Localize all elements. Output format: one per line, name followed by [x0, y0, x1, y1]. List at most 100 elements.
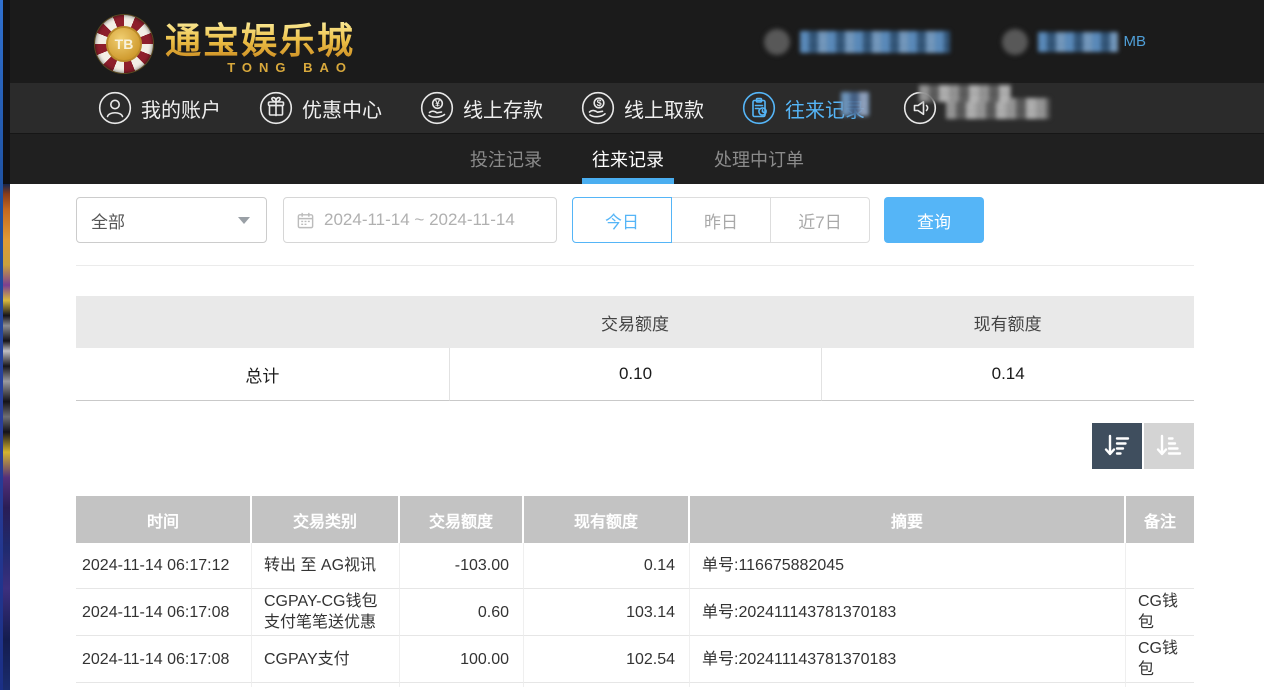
row-partial — [690, 683, 1126, 687]
row-amount: 100.00 — [400, 636, 524, 683]
col-header-amount[interactable]: 交易额度 — [400, 496, 524, 543]
main-nav: 我的账户 优惠中心 ¥ 线上存款 — [10, 83, 1264, 133]
deposit-icon: ¥ — [420, 91, 454, 125]
sort-ascending-button[interactable] — [1144, 423, 1194, 469]
sort-ascending-icon — [1154, 431, 1184, 461]
row-type: 转出 至 AG视讯 — [252, 543, 400, 589]
row-summary: 单号:202411143781370183 — [690, 636, 1126, 683]
records-icon — [742, 91, 776, 125]
balance-currency-suffix: MB — [1124, 33, 1147, 50]
tab-betting-records[interactable]: 投注记录 — [468, 134, 544, 184]
row-partial — [252, 683, 400, 687]
row-summary: 单号:202411143781370183 — [690, 589, 1126, 636]
site-header: TB 通宝娱乐城 TONG BAO MB — [10, 0, 1264, 83]
summary-transaction-amount: 0.10 — [449, 348, 822, 401]
yesterday-button[interactable]: 昨日 — [671, 197, 771, 243]
nav-item-promotions[interactable]: 优惠中心 — [259, 91, 382, 125]
tab-processing-orders[interactable]: 处理中订单 — [712, 134, 806, 184]
tab-label: 投注记录 — [470, 146, 542, 172]
row-partial — [76, 683, 252, 687]
summary-header-current-balance: 现有额度 — [821, 296, 1194, 348]
label-blur-overlay — [841, 92, 869, 116]
row-partial — [1126, 683, 1194, 687]
nav-label: 我的账户 — [141, 94, 221, 123]
summary-table: 交易额度 现有额度 总计 0.10 0.14 — [76, 296, 1194, 401]
tab-transaction-records[interactable]: 往来记录 — [590, 134, 666, 184]
summary-total-label: 总计 — [76, 348, 449, 401]
user-icon — [98, 91, 132, 125]
col-header-remark[interactable]: 备注 — [1126, 496, 1194, 543]
nav-item-transaction-records[interactable]: 往来记录 — [742, 91, 865, 125]
username-blurred — [800, 31, 950, 53]
record-tabs: 投注记录 往来记录 处理中订单 — [10, 133, 1264, 184]
query-button[interactable]: 查询 — [884, 197, 984, 243]
header-user-area: MB — [764, 0, 1264, 83]
content-area: 全部 2024-11-14 ~ 2024-11-14 今日 昨日 近7日 查询 — [10, 184, 1264, 690]
chevron-down-icon — [238, 217, 250, 224]
nav-label: 线上存款 — [463, 94, 543, 123]
nav-item-announcements[interactable] — [903, 91, 1050, 125]
row-time: 2024-11-14 06:17:12 — [76, 543, 252, 589]
col-header-type[interactable]: 交易类别 — [252, 496, 400, 543]
summary-header-transaction-amount: 交易额度 — [449, 296, 822, 348]
select-value: 全部 — [91, 208, 125, 233]
row-amount: 0.60 — [400, 589, 524, 636]
tab-label: 往来记录 — [592, 146, 664, 172]
row-amount: -103.00 — [400, 543, 524, 589]
row-time: 2024-11-14 06:17:08 — [76, 589, 252, 636]
nav-blur-overlay — [919, 85, 1011, 102]
svg-text:$: $ — [597, 98, 602, 108]
site-logo[interactable]: TB 通宝娱乐城 TONG BAO — [95, 12, 355, 75]
transaction-type-select[interactable]: 全部 — [76, 197, 267, 243]
nav-label: 线上取款 — [624, 94, 704, 123]
row-time: 2024-11-14 06:17:08 — [76, 636, 252, 683]
balance-group[interactable]: MB — [1002, 29, 1147, 55]
nav-item-my-account[interactable]: 我的账户 — [98, 91, 221, 125]
row-type: CGPAY-CG钱包支付笔笔送优惠 — [252, 589, 400, 636]
row-remark: CG钱包 — [1126, 589, 1194, 636]
row-partial — [524, 683, 690, 687]
col-header-time[interactable]: 时间 — [76, 496, 252, 543]
last-7-days-button[interactable]: 近7日 — [770, 197, 870, 243]
records-table: 时间 交易类别 交易额度 现有额度 摘要 备注 2024-11-14 06:17… — [76, 496, 1194, 687]
desktop-edge-sliver — [0, 0, 10, 690]
balance-blurred — [1038, 32, 1118, 52]
summary-current-balance: 0.14 — [821, 348, 1194, 401]
nav-item-online-deposit[interactable]: ¥ 线上存款 — [420, 91, 543, 125]
nav-label: 往来记录 — [785, 94, 865, 123]
casino-chip-logo-icon: TB — [95, 15, 153, 73]
row-type: CGPAY支付 — [252, 636, 400, 683]
row-balance: 102.54 — [524, 636, 690, 683]
section-divider — [76, 265, 1194, 266]
tab-label: 处理中订单 — [714, 146, 804, 172]
row-balance: 0.14 — [524, 543, 690, 589]
site-title: 通宝娱乐城 — [165, 12, 355, 64]
transaction-records-page: TB 通宝娱乐城 TONG BAO MB 我的 — [0, 0, 1264, 690]
today-button[interactable]: 今日 — [572, 197, 672, 243]
col-header-summary[interactable]: 摘要 — [690, 496, 1126, 543]
sort-descending-button[interactable] — [1092, 423, 1142, 469]
gift-icon — [259, 91, 293, 125]
sort-controls — [76, 423, 1194, 469]
row-partial — [400, 683, 524, 687]
summary-header-empty — [76, 296, 449, 348]
date-range-input[interactable]: 2024-11-14 ~ 2024-11-14 — [283, 197, 557, 243]
username-group[interactable] — [764, 29, 950, 55]
calendar-icon — [296, 211, 315, 230]
col-header-balance[interactable]: 现有额度 — [524, 496, 690, 543]
filter-row: 全部 2024-11-14 ~ 2024-11-14 今日 昨日 近7日 查询 — [76, 197, 1194, 243]
row-remark — [1126, 543, 1194, 589]
date-range-value: 2024-11-14 ~ 2024-11-14 — [324, 210, 515, 230]
site-subtitle: TONG BAO — [227, 60, 355, 75]
quick-range-group: 今日 昨日 近7日 — [572, 197, 870, 243]
wallet-icon — [1002, 29, 1028, 55]
chip-monogram: TB — [115, 36, 134, 52]
row-summary: 单号:116675882045 — [690, 543, 1126, 589]
withdraw-icon: $ — [581, 91, 615, 125]
row-remark: CG钱包 — [1126, 636, 1194, 683]
background-window-sliver — [2, 184, 10, 690]
nav-item-online-withdrawal[interactable]: $ 线上取款 — [581, 91, 704, 125]
window-edge-line — [0, 0, 3, 690]
row-balance: 103.14 — [524, 589, 690, 636]
user-avatar-icon — [764, 29, 790, 55]
